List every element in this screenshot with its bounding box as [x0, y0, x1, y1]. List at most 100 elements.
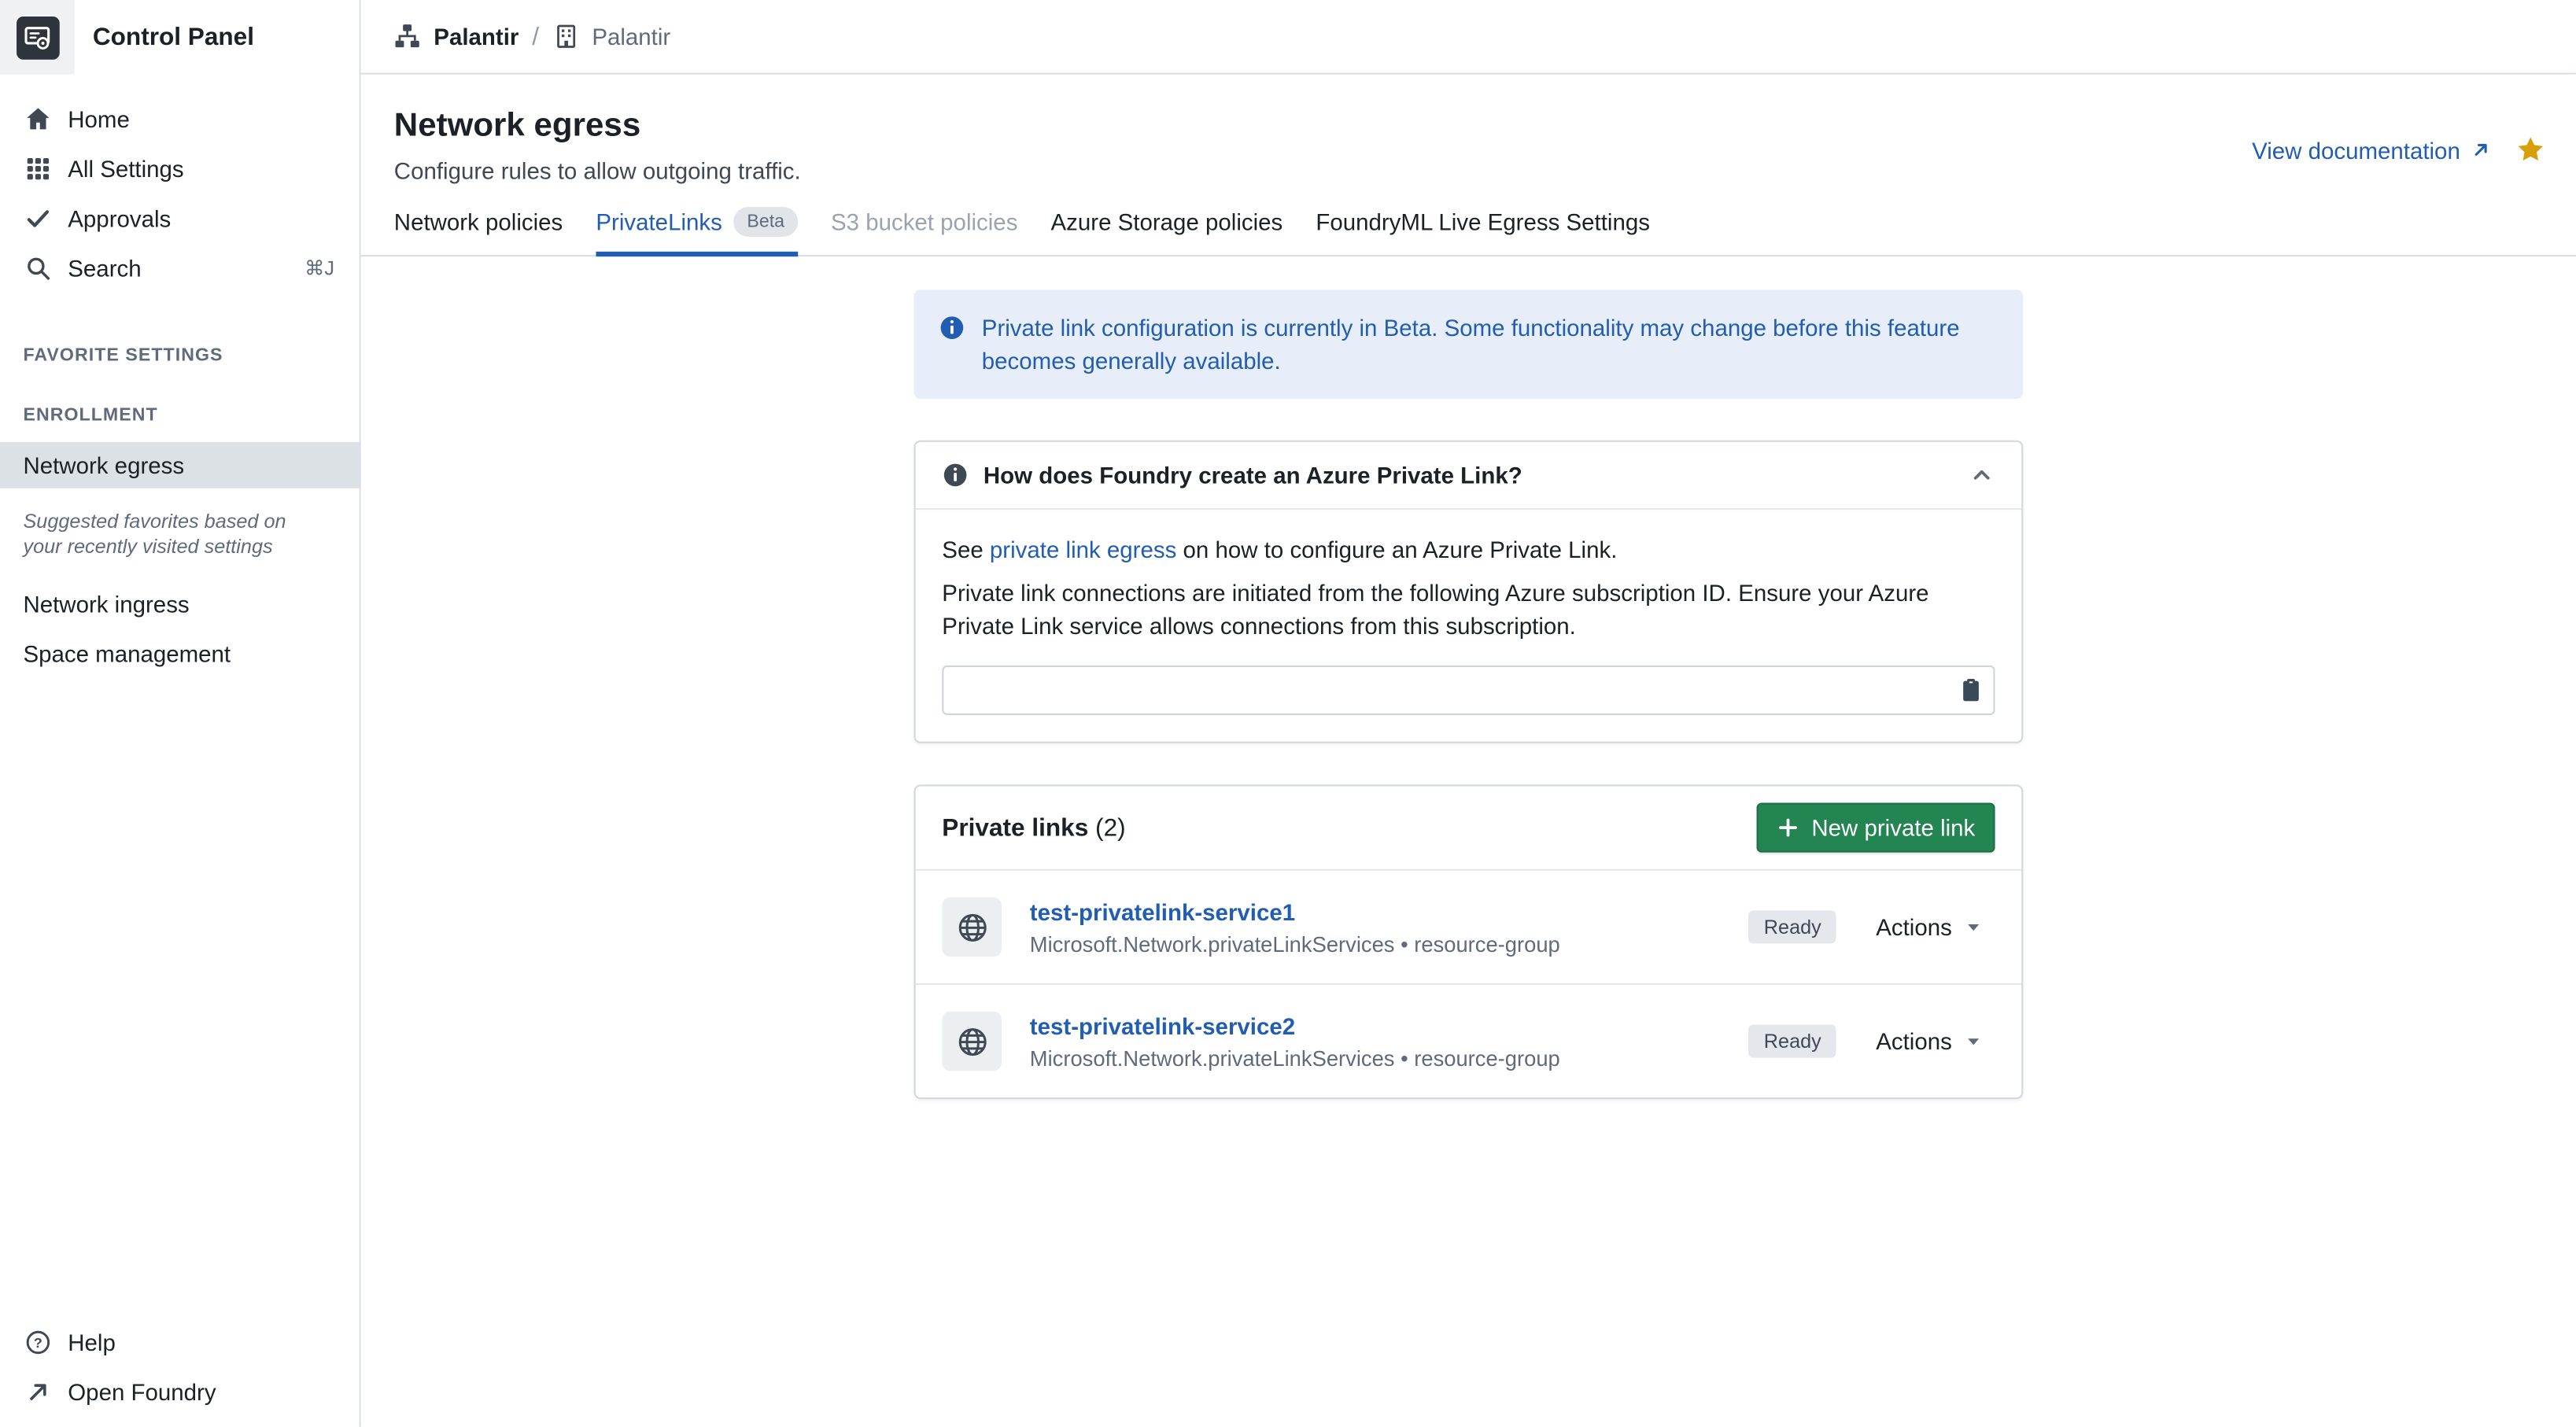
- actions-menu-button[interactable]: Actions: [1866, 912, 1995, 942]
- sidebar-item-label: All Settings: [68, 156, 183, 183]
- globe-icon-tile: [942, 1012, 1002, 1071]
- private-link-meta: Microsoft.Network.privateLinkServices • …: [1030, 1045, 1560, 1071]
- private-link-name-link[interactable]: test-privatelink-service1: [1030, 898, 1295, 925]
- faq-card-header[interactable]: How does Foundry create an Azure Private…: [916, 442, 2022, 510]
- sidebar-item-help[interactable]: ? Help: [0, 1318, 360, 1367]
- caret-down-icon: [1962, 916, 1984, 938]
- arrow-top-right-icon: [25, 1379, 52, 1406]
- sidebar-item-label: Open Foundry: [68, 1379, 216, 1406]
- sidebar-item-approvals[interactable]: Approvals: [0, 194, 360, 243]
- private-link-meta: Microsoft.Network.privateLinkServices • …: [1030, 931, 1560, 957]
- actions-menu-button[interactable]: Actions: [1866, 1027, 1995, 1056]
- private-link-info: test-privatelink-service1 Microsoft.Netw…: [1030, 898, 1560, 957]
- check-icon: [25, 205, 52, 232]
- tab-label: Network policies: [394, 208, 563, 235]
- globe-icon: [956, 1026, 987, 1057]
- new-private-link-button[interactable]: New private link: [1757, 803, 1995, 853]
- sidebar-item-home[interactable]: Home: [0, 94, 360, 144]
- beta-badge: Beta: [734, 207, 798, 237]
- private-links-count: (2): [1095, 813, 1126, 842]
- main-content: Network egress Configure rules to allow …: [361, 75, 2576, 1427]
- search-icon: [25, 255, 52, 282]
- new-private-link-label: New private link: [1811, 814, 1975, 841]
- tab-network-policies[interactable]: Network policies: [394, 207, 563, 256]
- private-link-controls: Ready Actions: [1749, 910, 1995, 943]
- tab-label: S3 bucket policies: [831, 208, 1017, 235]
- faq-line-2: Private link connections are initiated f…: [942, 576, 1995, 642]
- actions-label: Actions: [1876, 1028, 1952, 1055]
- home-icon: [25, 106, 52, 133]
- view-documentation-link[interactable]: View documentation: [2252, 137, 2492, 164]
- page-subtitle: Configure rules to allow outgoing traffi…: [394, 157, 2543, 184]
- help-icon: ?: [25, 1329, 52, 1356]
- caret-down-icon: [1962, 1030, 1984, 1053]
- breadcrumb-organization[interactable]: Palantir: [394, 23, 519, 50]
- sidebar: Control Panel Home All Settings Approval…: [0, 0, 361, 1427]
- sidebar-footer: ? Help Open Foundry: [0, 1318, 360, 1417]
- plus-icon: [1777, 816, 1799, 839]
- sidebar-item-label: Space management: [23, 640, 231, 667]
- faq-line-1: See private link egress on how to config…: [942, 533, 1995, 566]
- hierarchy-icon: [394, 23, 421, 50]
- app-window: Control Panel Home All Settings Approval…: [0, 0, 2576, 1427]
- subscription-id-input[interactable]: [942, 666, 1995, 715]
- page-title: Network egress: [394, 105, 2543, 148]
- info-icon: [942, 462, 969, 489]
- sidebar-item-all-settings[interactable]: All Settings: [0, 144, 360, 194]
- private-link-name-link[interactable]: test-privatelink-service2: [1030, 1012, 1295, 1039]
- chevron-up-icon[interactable]: [1969, 462, 1995, 489]
- status-badge: Ready: [1749, 910, 1836, 943]
- sidebar-item-open-foundry[interactable]: Open Foundry: [0, 1367, 360, 1417]
- svg-text:?: ?: [34, 1335, 42, 1351]
- sidebar-item-space-management[interactable]: Space management: [0, 629, 360, 679]
- tab-label: Azure Storage policies: [1051, 208, 1283, 235]
- private-link-row: test-privatelink-service2 Microsoft.Netw…: [916, 983, 2022, 1097]
- breadcrumb-label: Palantir: [592, 23, 670, 50]
- tab-s3-bucket-policies: S3 bucket policies: [831, 207, 1017, 256]
- sidebar-item-label: Network ingress: [23, 591, 189, 618]
- favorite-star-icon[interactable]: [2515, 134, 2546, 165]
- copy-button[interactable]: [1955, 674, 1987, 706]
- topbar: Palantir / Palantir: [361, 0, 2576, 75]
- sidebar-item-network-ingress[interactable]: Network ingress: [0, 579, 360, 629]
- tab-foundryml-live-egress-settings[interactable]: FoundryML Live Egress Settings: [1316, 207, 1650, 256]
- breadcrumb-enrollment[interactable]: Palantir: [552, 23, 670, 50]
- app-logo-button[interactable]: [0, 0, 75, 75]
- app-brand: Control Panel: [0, 0, 360, 75]
- app-title: Control Panel: [93, 23, 254, 51]
- tab-panel: Private link configuration is currently …: [361, 256, 2576, 1099]
- globe-icon-tile: [942, 897, 1002, 957]
- sidebar-item-network-egress[interactable]: Network egress: [0, 442, 360, 489]
- private-link-row: test-privatelink-service1 Microsoft.Netw…: [916, 871, 2022, 983]
- search-shortcut: ⌘J: [304, 256, 334, 279]
- private-links-title: Private links: [942, 813, 1088, 842]
- tab-azure-storage-policies[interactable]: Azure Storage policies: [1051, 207, 1283, 256]
- breadcrumb-separator: /: [532, 22, 539, 50]
- page-header-actions: View documentation: [2252, 134, 2546, 165]
- actions-label: Actions: [1876, 914, 1952, 941]
- info-icon: [939, 315, 965, 341]
- tab-label: FoundryML Live Egress Settings: [1316, 208, 1650, 235]
- section-enrollment: ENROLLMENT: [0, 406, 360, 426]
- faq-text: on how to configure an Azure Private Lin…: [1183, 537, 1618, 563]
- subscription-id-field: [942, 666, 1995, 715]
- private-links-card: Private links (2) New private link: [914, 784, 2024, 1099]
- clipboard-icon: [1958, 678, 1984, 703]
- faq-card: How does Foundry create an Azure Private…: [914, 441, 2024, 743]
- private-link-controls: Ready Actions: [1749, 1024, 1995, 1057]
- section-favorite-settings: FAVORITE SETTINGS: [0, 346, 360, 366]
- callout-text: Private link configuration is currently …: [982, 312, 1998, 378]
- sidebar-item-search[interactable]: Search ⌘J: [0, 243, 360, 293]
- page-header: Network egress Configure rules to allow …: [361, 75, 2576, 184]
- breadcrumb-label: Palantir: [434, 23, 519, 50]
- sidebar-nav: Home All Settings Approvals Search ⌘J: [0, 94, 360, 293]
- beta-info-callout: Private link configuration is currently …: [914, 289, 2024, 399]
- tab-privatelinks[interactable]: PrivateLinks Beta: [596, 207, 798, 256]
- suggestion-note: Suggested favorites based on your recent…: [23, 510, 326, 559]
- office-building-icon: [552, 23, 579, 50]
- private-link-egress-link[interactable]: private link egress: [990, 537, 1176, 563]
- sidebar-item-label: Search: [68, 255, 141, 282]
- app-logo-tile: [16, 16, 59, 59]
- grid-icon: [25, 156, 52, 183]
- private-links-title-group: Private links (2): [942, 813, 1125, 842]
